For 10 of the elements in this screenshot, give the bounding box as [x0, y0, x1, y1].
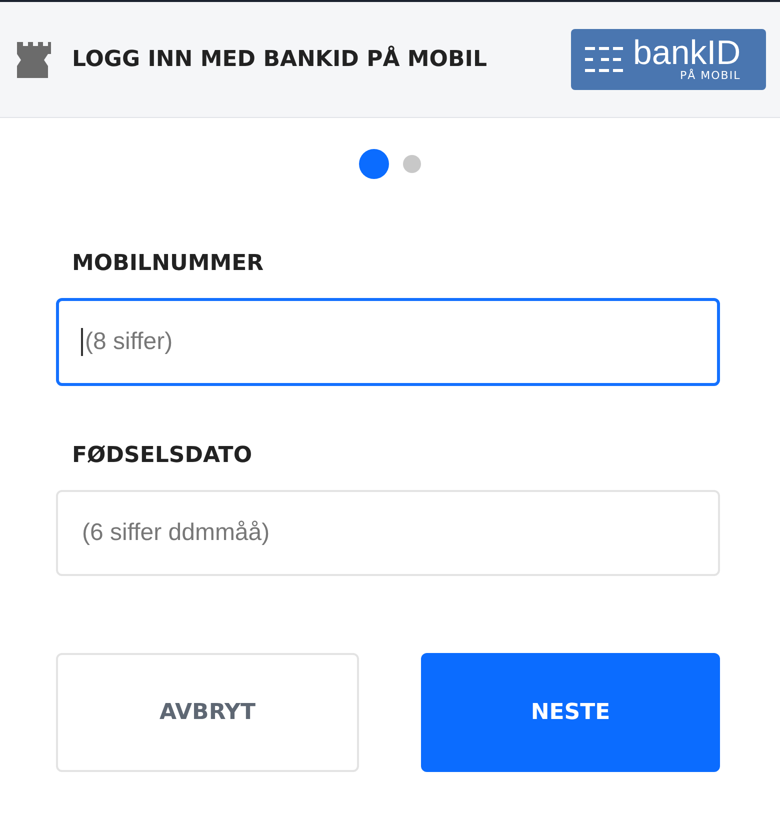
- field-label: MOBILNUMMER: [71, 250, 265, 278]
- logo-subtitle: PÅ MOBIL: [680, 69, 741, 82]
- cancel-button[interactable]: AVBRYT: [56, 653, 359, 772]
- input-field[interactable]: (8 siffer): [56, 298, 720, 386]
- next-button[interactable]: NESTE: [421, 653, 720, 772]
- logo-wordmark: bankID: [633, 37, 741, 69]
- field-label: FØDSELSDATO: [71, 442, 254, 470]
- lines-icon: [585, 46, 625, 72]
- tower-icon: [17, 42, 51, 78]
- header-title: LOGG INN MED BANKID PÅ MOBIL: [72, 47, 488, 72]
